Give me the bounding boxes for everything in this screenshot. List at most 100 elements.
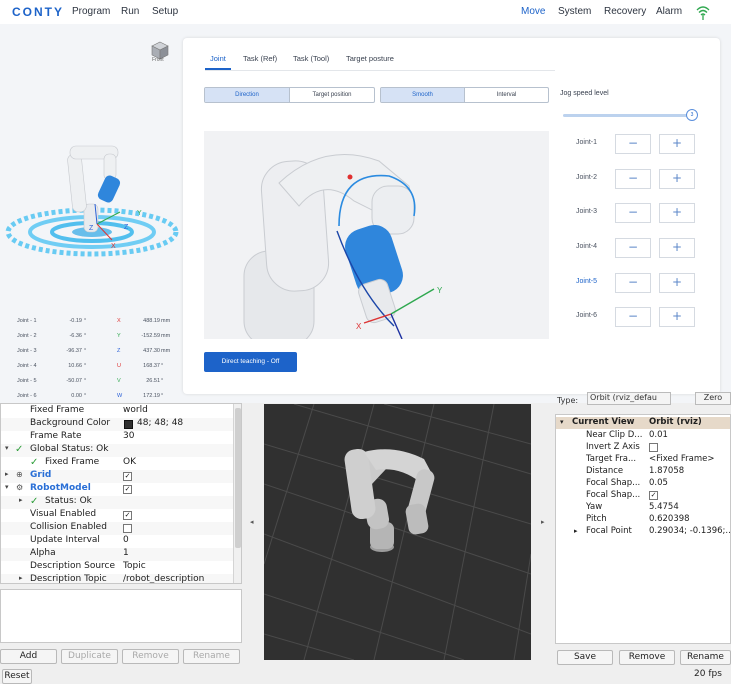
display-row-collision-enabled[interactable]: Collision Enabled xyxy=(1,522,233,535)
view-row-invert-z[interactable]: Invert Z Axis xyxy=(556,442,730,454)
collapse-right-icon[interactable]: ▸ xyxy=(541,518,545,526)
jog-minus-button[interactable]: − xyxy=(615,169,651,189)
prop-value[interactable]: world xyxy=(123,405,148,415)
jog-speed-knob[interactable]: 3 xyxy=(686,109,698,121)
display-row-grid[interactable]: ▸ ⊕ Grid ✓ xyxy=(1,470,233,483)
menu-move[interactable]: Move xyxy=(521,6,545,17)
display-row-description-source[interactable]: Description Source Topic xyxy=(1,561,233,574)
motion-smooth[interactable]: Smooth xyxy=(381,88,465,102)
robot-3d-view[interactable]: Y X xyxy=(204,131,549,339)
jog-plus-button[interactable]: + xyxy=(659,238,695,258)
jog-plus-button[interactable]: + xyxy=(659,273,695,293)
motion-interval[interactable]: Interval xyxy=(465,88,548,102)
view-row-near-clip[interactable]: Near Clip D... 0.01 xyxy=(556,430,730,442)
display-row-visual-enabled[interactable]: Visual Enabled ✓ xyxy=(1,509,233,522)
display-row-robotmodel[interactable]: ▾ ⚙ RobotModel ✓ xyxy=(1,483,233,496)
view-value[interactable]: 0.05 xyxy=(649,478,668,488)
view-row-yaw[interactable]: Yaw 5.4754 xyxy=(556,502,730,514)
rename-display-button[interactable]: Rename xyxy=(183,649,240,664)
menu-recovery[interactable]: Recovery xyxy=(604,6,646,17)
mini-robot-view[interactable]: Front Y X Z Z Joint - 1 -0.19 ° X 488.19… xyxy=(0,24,183,403)
view-value[interactable]: 0.29034; -0.1396;... xyxy=(649,526,730,536)
view-row-current-view[interactable]: ▾ Current View Orbit (rviz) xyxy=(556,417,730,429)
robotmodel-enable-checkbox[interactable]: ✓ xyxy=(123,485,132,494)
menu-setup[interactable]: Setup xyxy=(152,6,178,17)
rename-view-button[interactable]: Rename xyxy=(680,650,731,665)
tab-task-tool[interactable]: Task (Tool) xyxy=(293,54,329,63)
display-row-alpha[interactable]: Alpha 1 xyxy=(1,548,233,561)
color-swatch[interactable] xyxy=(124,420,133,429)
view-value[interactable]: 5.4754 xyxy=(649,502,679,512)
jog-minus-button[interactable]: − xyxy=(615,203,651,223)
jog-minus-button[interactable]: − xyxy=(615,307,651,327)
views-zero-button[interactable]: Zero xyxy=(695,392,731,405)
prop-value[interactable]: 30 xyxy=(123,431,134,441)
jog-minus-button[interactable]: − xyxy=(615,134,651,154)
jog-speed-slider[interactable] xyxy=(563,114,693,117)
view-row-pitch[interactable]: Pitch 0.620398 xyxy=(556,514,730,526)
duplicate-display-button[interactable]: Duplicate xyxy=(61,649,118,664)
menu-run[interactable]: Run xyxy=(121,6,139,17)
remove-display-button[interactable]: Remove xyxy=(122,649,179,664)
prop-value[interactable]: 1 xyxy=(123,548,129,558)
tab-joint[interactable]: Joint xyxy=(210,54,226,63)
display-row-fixed-frame-status[interactable]: ✓ Fixed Frame OK xyxy=(1,457,233,470)
display-row-status[interactable]: ▸ ✓ Status: Ok xyxy=(1,496,233,509)
tab-task-ref[interactable]: Task (Ref) xyxy=(243,54,277,63)
expander-icon[interactable]: ▸ xyxy=(574,527,578,535)
expander-icon[interactable]: ▸ xyxy=(19,496,23,504)
collapse-left-icon[interactable]: ◂ xyxy=(250,518,254,526)
view-value[interactable]: 0.620398 xyxy=(649,514,690,524)
view-row-distance[interactable]: Distance 1.87058 xyxy=(556,466,730,478)
display-row-global-status[interactable]: ▾ ✓ Global Status: Ok xyxy=(1,444,233,457)
expander-icon[interactable]: ▸ xyxy=(19,574,23,582)
focal-shape-checkbox[interactable]: ✓ xyxy=(649,491,658,500)
prop-value[interactable]: 0 xyxy=(123,535,129,545)
displays-scrollbar[interactable] xyxy=(233,404,241,583)
jog-plus-button[interactable]: + xyxy=(659,134,695,154)
view-value[interactable]: 1.87058 xyxy=(649,466,684,476)
menu-alarm[interactable]: Alarm xyxy=(656,6,682,17)
tab-target-posture[interactable]: Target posture xyxy=(346,54,394,63)
display-row-update-interval[interactable]: Update Interval 0 xyxy=(1,535,233,548)
direct-teaching-button[interactable]: Direct teaching - Off xyxy=(204,352,297,372)
collision-enabled-checkbox[interactable] xyxy=(123,524,132,533)
jog-plus-button[interactable]: + xyxy=(659,203,695,223)
menu-program[interactable]: Program xyxy=(72,6,110,17)
prop-value[interactable]: 48; 48; 48 xyxy=(137,418,183,428)
jog-plus-button[interactable]: + xyxy=(659,307,695,327)
expander-icon[interactable]: ▾ xyxy=(5,483,9,491)
display-row-description-topic[interactable]: ▸ Description Topic /robot_description xyxy=(1,574,233,583)
invert-z-checkbox[interactable] xyxy=(649,443,658,452)
mode-direction[interactable]: Direction xyxy=(205,88,290,102)
view-row-focal-shape-size[interactable]: Focal Shap... 0.05 xyxy=(556,478,730,490)
remove-view-button[interactable]: Remove xyxy=(619,650,675,665)
scrollbar-thumb[interactable] xyxy=(235,408,241,548)
view-value[interactable]: 0.01 xyxy=(649,430,668,440)
view-row-focal-point[interactable]: ▸ Focal Point 0.29034; -0.1396;... xyxy=(556,526,730,538)
expander-icon[interactable]: ▸ xyxy=(5,470,9,478)
mode-target-position[interactable]: Target position xyxy=(290,88,374,102)
reset-button[interactable]: Reset xyxy=(2,669,32,684)
display-row-fixed-frame[interactable]: Fixed Frame world xyxy=(1,405,233,418)
view-row-target-frame[interactable]: Target Fra... <Fixed Frame> xyxy=(556,454,730,466)
jog-minus-button[interactable]: − xyxy=(615,238,651,258)
rviz-3d-viewport[interactable] xyxy=(264,404,531,660)
expander-icon[interactable]: ▾ xyxy=(560,418,564,426)
menu-system[interactable]: System xyxy=(558,6,591,17)
prop-value[interactable]: Topic xyxy=(123,561,146,571)
prop-value[interactable]: /robot_description xyxy=(123,574,204,583)
views-type-select[interactable]: Orbit (rviz_defau xyxy=(587,392,671,405)
visual-enabled-checkbox[interactable]: ✓ xyxy=(123,511,132,520)
expander-icon[interactable]: ▾ xyxy=(5,444,9,452)
save-view-button[interactable]: Save xyxy=(557,650,613,665)
view-value[interactable]: <Fixed Frame> xyxy=(649,454,714,464)
display-row-frame-rate[interactable]: Frame Rate 30 xyxy=(1,431,233,444)
view-row-focal-shape-fixed[interactable]: Focal Shap... ✓ xyxy=(556,490,730,502)
display-row-background-color[interactable]: Background Color 48; 48; 48 xyxy=(1,418,233,431)
add-display-button[interactable]: Add xyxy=(0,649,57,664)
jog-plus-button[interactable]: + xyxy=(659,169,695,189)
grid-enable-checkbox[interactable]: ✓ xyxy=(123,472,132,481)
connection-icon[interactable] xyxy=(694,3,712,21)
jog-minus-button[interactable]: − xyxy=(615,273,651,293)
